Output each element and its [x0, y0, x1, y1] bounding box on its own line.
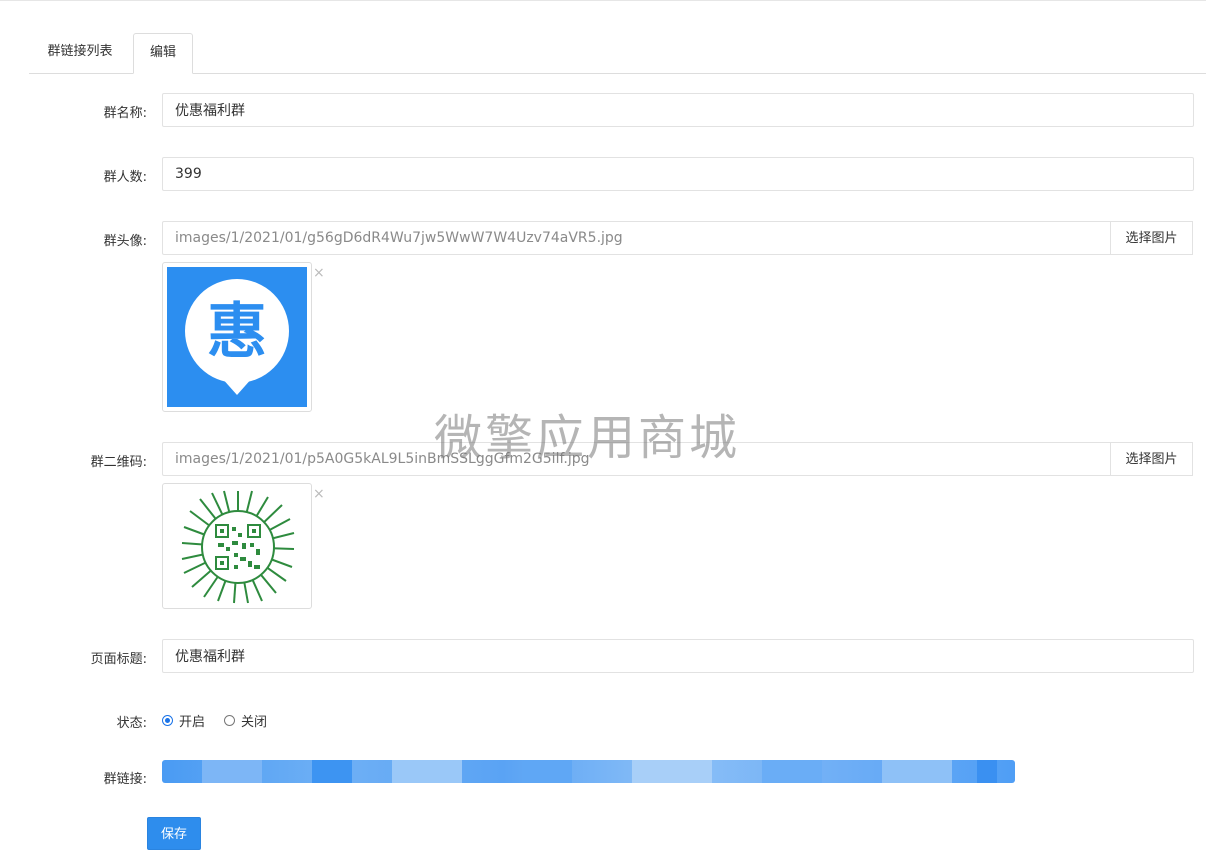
avatar-glyph: 惠	[207, 297, 267, 367]
avatar-thumbnail: 惠	[162, 262, 312, 412]
status-on-label: 开启	[179, 715, 206, 730]
avatar-select-image-button[interactable]: 选择图片	[1110, 221, 1193, 255]
status-off-label: 关闭	[241, 715, 268, 730]
qrcode-label: 群二维码:	[90, 455, 147, 470]
status-radio-off[interactable]: 关闭	[224, 711, 267, 730]
qrcode-remove-icon[interactable]: ×	[313, 487, 325, 501]
member-count-label: 群人数:	[103, 170, 147, 185]
member-count-input[interactable]	[162, 157, 1194, 191]
group-name-input[interactable]	[162, 93, 1194, 127]
status-radio-on[interactable]: 开启	[162, 711, 205, 730]
avatar-label: 群头像:	[103, 234, 147, 249]
qrcode-select-image-button[interactable]: 选择图片	[1110, 442, 1193, 476]
qrcode-thumbnail	[162, 483, 312, 609]
tab-edit[interactable]: 编辑	[133, 33, 193, 74]
qrcode-path-input[interactable]	[162, 442, 1112, 476]
radio-checked-icon	[162, 715, 173, 726]
page-title-label: 页面标题:	[90, 652, 147, 667]
tab-bar: 群链接列表 编辑	[29, 33, 1206, 74]
radio-unchecked-icon	[224, 715, 235, 726]
page-title-input[interactable]	[162, 639, 1194, 673]
group-name-label: 群名称:	[103, 106, 147, 121]
group-link-redacted[interactable]	[162, 760, 1015, 783]
group-link-label: 群链接:	[103, 772, 147, 787]
avatar-remove-icon[interactable]: ×	[313, 266, 325, 280]
top-divider	[0, 0, 1206, 1]
qrcode-image	[181, 490, 295, 604]
save-button[interactable]: 保存	[147, 817, 201, 850]
avatar-image: 惠	[167, 267, 307, 407]
tab-group-link-list[interactable]: 群链接列表	[29, 33, 131, 73]
avatar-path-input[interactable]	[162, 221, 1112, 255]
status-label: 状态:	[116, 716, 147, 731]
